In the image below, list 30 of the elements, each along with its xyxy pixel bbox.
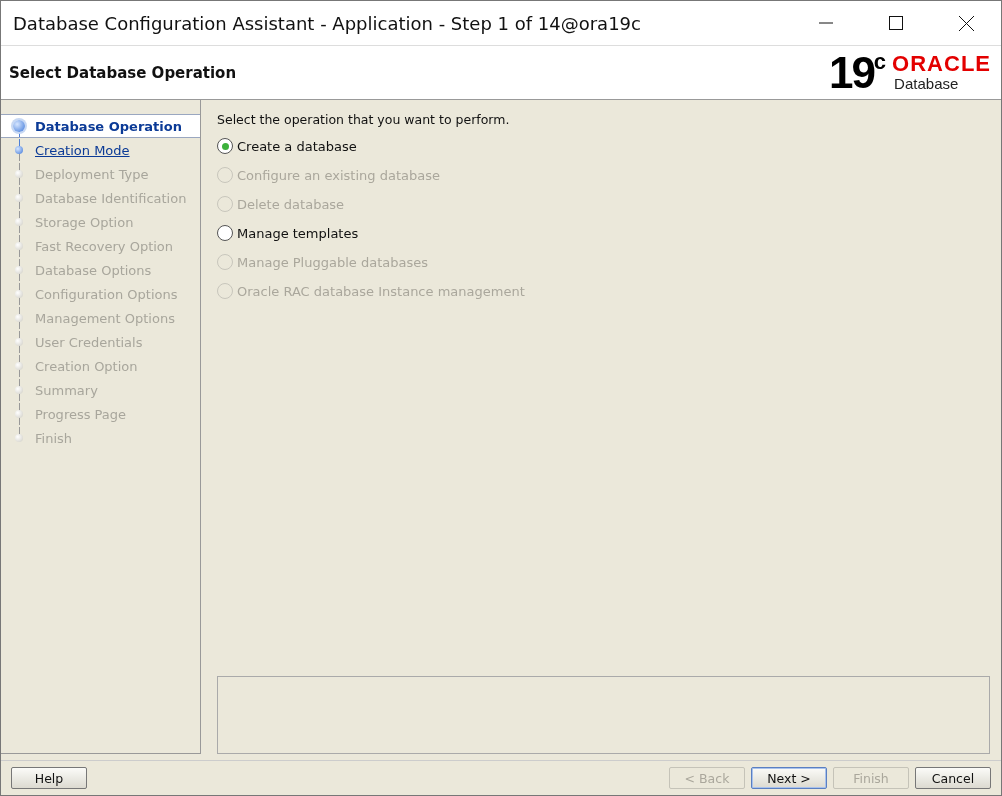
option-label[interactable]: Manage templates bbox=[237, 225, 359, 241]
instruction-text: Select the operation that you want to perform. bbox=[217, 112, 511, 127]
step-dot-icon bbox=[15, 266, 23, 274]
step-dot-icon bbox=[15, 338, 23, 346]
wizard-button[interactable]: Next > bbox=[751, 767, 827, 789]
step-item[interactable]: Creation Mode bbox=[1, 138, 200, 162]
step-item[interactable]: Database Operation bbox=[1, 114, 200, 138]
step-dot-icon bbox=[15, 146, 23, 154]
radio-button[interactable] bbox=[217, 225, 233, 241]
step-dot-icon bbox=[15, 194, 23, 202]
step-dot-icon bbox=[13, 120, 25, 132]
close-icon bbox=[958, 15, 974, 31]
step-dot-icon bbox=[15, 242, 23, 250]
product-name: Database bbox=[893, 75, 959, 92]
option-label[interactable]: Create a database bbox=[237, 138, 357, 154]
help-button[interactable]: Help bbox=[11, 767, 87, 789]
step-dot-icon bbox=[15, 290, 23, 298]
maximize-icon bbox=[889, 16, 903, 30]
step-dot-icon bbox=[15, 434, 23, 442]
step-dot-icon bbox=[15, 314, 23, 322]
page-title: Select Database Operation bbox=[9, 63, 237, 82]
step-dot-icon bbox=[15, 410, 23, 418]
step-dot-icon bbox=[15, 362, 23, 370]
step-dot-icon bbox=[15, 218, 23, 226]
step-dot-icon bbox=[15, 170, 23, 178]
brand-logo: ORACLE bbox=[892, 53, 991, 75]
wizard-button[interactable]: Cancel bbox=[915, 767, 991, 789]
step-dot-icon bbox=[15, 386, 23, 394]
window-title: Database Configuration Assistant - Application - Step 1 of 14@ora19c bbox=[12, 12, 642, 34]
radio-button[interactable] bbox=[217, 138, 233, 154]
